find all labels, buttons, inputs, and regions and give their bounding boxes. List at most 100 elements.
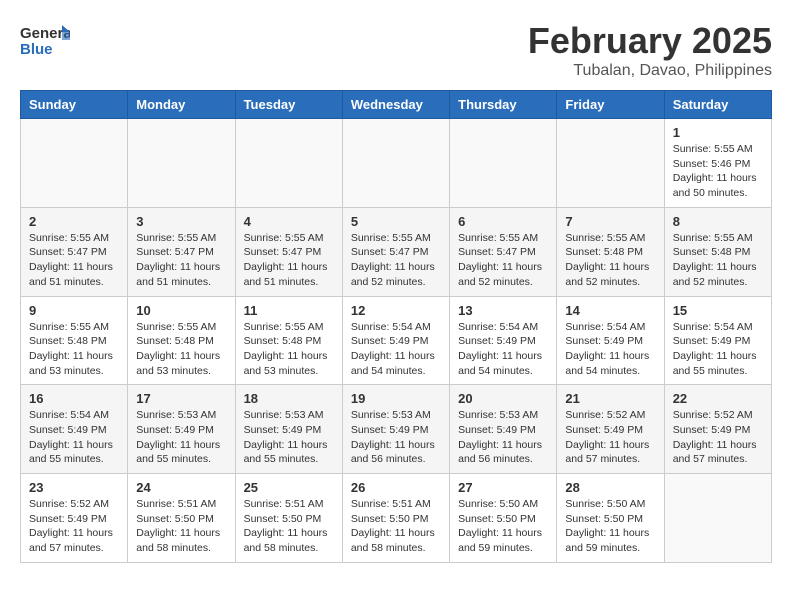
day-number: 14: [565, 303, 655, 318]
day-number: 2: [29, 214, 119, 229]
calendar-cell: 10Sunrise: 5:55 AM Sunset: 5:48 PM Dayli…: [128, 296, 235, 385]
weekday-header-wednesday: Wednesday: [342, 91, 449, 119]
calendar-cell: 3Sunrise: 5:55 AM Sunset: 5:47 PM Daylig…: [128, 207, 235, 296]
calendar-subtitle: Tubalan, Davao, Philippines: [528, 62, 772, 80]
day-number: 1: [673, 125, 763, 140]
calendar-cell: [342, 119, 449, 208]
week-row-4: 16 Sunrise: 5:54 AM Sunset: 5:49 PM Dayli…: [21, 385, 772, 474]
calendar-cell: 5Sunrise: 5:55 AM Sunset: 5:47 PM Daylig…: [342, 207, 449, 296]
calendar-cell: 1Sunrise: 5:55 AM Sunset: 5:46 PM Daylig…: [664, 119, 771, 208]
calendar-cell: [235, 119, 342, 208]
day-number: 25: [244, 480, 334, 495]
day-info: Sunrise: 5:51 AM Sunset: 5:50 PM Dayligh…: [136, 497, 226, 556]
day-number: 16: [29, 391, 119, 406]
day-number: 9: [29, 303, 119, 318]
day-number: 17: [136, 391, 226, 406]
day-info: Sunrise: 5:52 AM Sunset: 5:49 PM Dayligh…: [565, 408, 655, 467]
day-number: 12: [351, 303, 441, 318]
calendar-cell: [664, 474, 771, 563]
day-number: 20: [458, 391, 548, 406]
svg-text:Blue: Blue: [20, 41, 53, 58]
logo: General Blue: [20, 20, 70, 60]
day-info: Sunrise: 5:54 AM Sunset: 5:49 PM Dayligh…: [351, 320, 441, 379]
day-number: 28: [565, 480, 655, 495]
title-section: February 2025 Tubalan, Davao, Philippine…: [528, 20, 772, 80]
calendar-cell: 12 Sunrise: 5:54 AM Sunset: 5:49 PM Dayli…: [342, 296, 449, 385]
calendar-cell: 13 Sunrise: 5:54 AM Sunset: 5:49 PM Dayli…: [450, 296, 557, 385]
day-info: Sunrise: 5:52 AM Sunset: 5:49 PM Dayligh…: [673, 408, 763, 467]
calendar-cell: 15 Sunrise: 5:54 AM Sunset: 5:49 PM Dayli…: [664, 296, 771, 385]
day-number: 11: [244, 303, 334, 318]
weekday-header-tuesday: Tuesday: [235, 91, 342, 119]
day-info: Sunrise: 5:54 AM Sunset: 5:49 PM Dayligh…: [565, 320, 655, 379]
day-info: Sunrise: 5:54 AM Sunset: 5:49 PM Dayligh…: [673, 320, 763, 379]
calendar-cell: 7 Sunrise: 5:55 AM Sunset: 5:48 PM Daylig…: [557, 207, 664, 296]
day-number: 23: [29, 480, 119, 495]
day-info: Sunrise: 5:53 AM Sunset: 5:49 PM Dayligh…: [458, 408, 548, 467]
calendar-cell: 24 Sunrise: 5:51 AM Sunset: 5:50 PM Dayli…: [128, 474, 235, 563]
day-number: 6: [458, 214, 548, 229]
calendar-cell: 8 Sunrise: 5:55 AM Sunset: 5:48 PM Daylig…: [664, 207, 771, 296]
calendar-cell: 23Sunrise: 5:52 AM Sunset: 5:49 PM Dayli…: [21, 474, 128, 563]
calendar-cell: 9Sunrise: 5:55 AM Sunset: 5:48 PM Daylig…: [21, 296, 128, 385]
day-info: Sunrise: 5:55 AM Sunset: 5:47 PM Dayligh…: [29, 231, 119, 290]
calendar-cell: 20 Sunrise: 5:53 AM Sunset: 5:49 PM Dayli…: [450, 385, 557, 474]
week-row-3: 9 Sunrise: 5:55 AM Sunset: 5:48 PM Daylig…: [21, 296, 772, 385]
day-number: 8: [673, 214, 763, 229]
day-info: Sunrise: 5:55 AM Sunset: 5:48 PM Dayligh…: [673, 231, 763, 290]
calendar-cell: 19Sunrise: 5:53 AM Sunset: 5:49 PM Dayli…: [342, 385, 449, 474]
day-number: 19: [351, 391, 441, 406]
calendar-cell: 26 Sunrise: 5:51 AM Sunset: 5:50 PM Dayli…: [342, 474, 449, 563]
weekday-header-thursday: Thursday: [450, 91, 557, 119]
calendar-cell: 18Sunrise: 5:53 AM Sunset: 5:49 PM Dayli…: [235, 385, 342, 474]
day-info: Sunrise: 5:55 AM Sunset: 5:48 PM Dayligh…: [565, 231, 655, 290]
day-info: Sunrise: 5:55 AM Sunset: 5:47 PM Dayligh…: [458, 231, 548, 290]
calendar-cell: 14 Sunrise: 5:54 AM Sunset: 5:49 PM Dayli…: [557, 296, 664, 385]
calendar-title: February 2025: [528, 20, 772, 62]
day-number: 5: [351, 214, 441, 229]
calendar-cell: [450, 119, 557, 208]
weekday-header-saturday: Saturday: [664, 91, 771, 119]
calendar-cell: 17 Sunrise: 5:53 AM Sunset: 5:49 PM Dayli…: [128, 385, 235, 474]
weekday-header-monday: Monday: [128, 91, 235, 119]
day-info: Sunrise: 5:50 AM Sunset: 5:50 PM Dayligh…: [458, 497, 548, 556]
day-number: 13: [458, 303, 548, 318]
calendar-cell: 2 Sunrise: 5:55 AM Sunset: 5:47 PM Daylig…: [21, 207, 128, 296]
day-number: 3: [136, 214, 226, 229]
calendar-cell: 28 Sunrise: 5:50 AM Sunset: 5:50 PM Dayli…: [557, 474, 664, 563]
day-info: Sunrise: 5:51 AM Sunset: 5:50 PM Dayligh…: [351, 497, 441, 556]
calendar-cell: 6 Sunrise: 5:55 AM Sunset: 5:47 PM Daylig…: [450, 207, 557, 296]
day-info: Sunrise: 5:50 AM Sunset: 5:50 PM Dayligh…: [565, 497, 655, 556]
calendar-cell: 25 Sunrise: 5:51 AM Sunset: 5:50 PM Dayli…: [235, 474, 342, 563]
week-row-2: 2 Sunrise: 5:55 AM Sunset: 5:47 PM Daylig…: [21, 207, 772, 296]
day-number: 4: [244, 214, 334, 229]
calendar-cell: 27Sunrise: 5:50 AM Sunset: 5:50 PM Dayli…: [450, 474, 557, 563]
day-number: 26: [351, 480, 441, 495]
page-header: General Blue February 2025 Tubalan, Dava…: [20, 20, 772, 80]
day-info: Sunrise: 5:53 AM Sunset: 5:49 PM Dayligh…: [136, 408, 226, 467]
weekday-header-row: SundayMondayTuesdayWednesdayThursdayFrid…: [21, 91, 772, 119]
day-info: Sunrise: 5:54 AM Sunset: 5:49 PM Dayligh…: [458, 320, 548, 379]
weekday-header-sunday: Sunday: [21, 91, 128, 119]
calendar-table: SundayMondayTuesdayWednesdayThursdayFrid…: [20, 90, 772, 563]
day-number: 15: [673, 303, 763, 318]
calendar-cell: 16 Sunrise: 5:54 AM Sunset: 5:49 PM Dayli…: [21, 385, 128, 474]
day-number: 21: [565, 391, 655, 406]
day-number: 18: [244, 391, 334, 406]
day-number: 7: [565, 214, 655, 229]
day-info: Sunrise: 5:55 AM Sunset: 5:47 PM Dayligh…: [244, 231, 334, 290]
calendar-cell: 21 Sunrise: 5:52 AM Sunset: 5:49 PM Dayli…: [557, 385, 664, 474]
weekday-header-friday: Friday: [557, 91, 664, 119]
week-row-5: 23Sunrise: 5:52 AM Sunset: 5:49 PM Dayli…: [21, 474, 772, 563]
day-info: Sunrise: 5:55 AM Sunset: 5:48 PM Dayligh…: [244, 320, 334, 379]
day-number: 22: [673, 391, 763, 406]
calendar-cell: [557, 119, 664, 208]
day-info: Sunrise: 5:51 AM Sunset: 5:50 PM Dayligh…: [244, 497, 334, 556]
calendar-cell: [21, 119, 128, 208]
logo-icon: General Blue: [20, 20, 70, 60]
calendar-cell: 22 Sunrise: 5:52 AM Sunset: 5:49 PM Dayli…: [664, 385, 771, 474]
day-info: Sunrise: 5:54 AM Sunset: 5:49 PM Dayligh…: [29, 408, 119, 467]
day-number: 24: [136, 480, 226, 495]
calendar-cell: 11 Sunrise: 5:55 AM Sunset: 5:48 PM Dayli…: [235, 296, 342, 385]
day-number: 10: [136, 303, 226, 318]
